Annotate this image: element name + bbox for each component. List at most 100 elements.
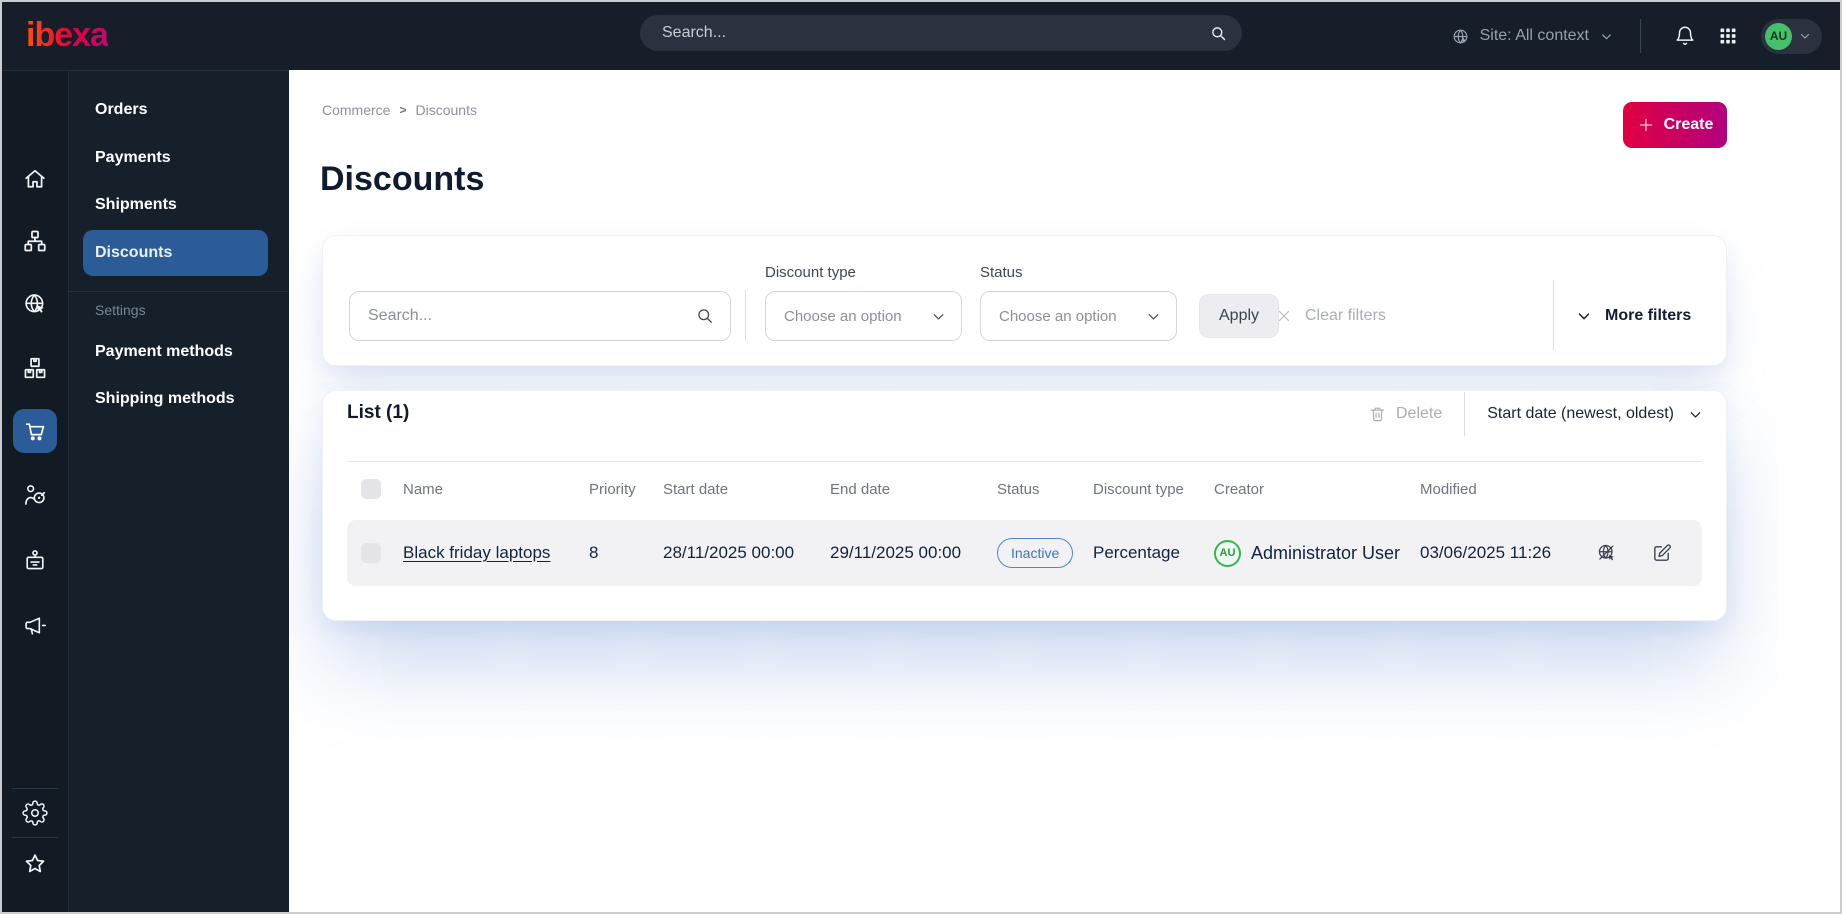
- column-header-start-date: Start date: [663, 480, 729, 498]
- sidebar-item-shipping-methods[interactable]: Shipping methods: [69, 376, 289, 422]
- edit-icon[interactable]: [1651, 542, 1673, 564]
- row-end-date: 29/11/2025 00:00: [830, 543, 962, 562]
- sidebar-item-label: Payments: [95, 149, 171, 166]
- trash-icon: [1368, 405, 1387, 424]
- column-header-name: Name: [403, 480, 444, 498]
- delete-button[interactable]: Delete: [1368, 405, 1442, 424]
- topbar-right: Site: All context AU: [1451, 2, 1822, 70]
- discounts-list-panel: List (1) Delete Start date (newest, olde…: [322, 390, 1727, 621]
- filter-divider: [1553, 280, 1554, 350]
- site-context-selector[interactable]: Site: All context: [1451, 27, 1614, 46]
- sidebar-item-label: Payment methods: [95, 343, 233, 360]
- rail-divider: [12, 837, 58, 838]
- create-button-label: Create: [1663, 116, 1714, 133]
- filters-panel: Discount type Choose an option Status Ch…: [322, 235, 1727, 366]
- settings-section-label: Settings: [95, 302, 146, 318]
- customers-target-icon[interactable]: [22, 482, 48, 508]
- notifications-bell-icon[interactable]: [1674, 25, 1696, 47]
- row-priority: 8: [589, 543, 599, 562]
- creator-avatar: AU: [1214, 539, 1241, 567]
- sort-label: Start date (newest, oldest): [1487, 405, 1674, 422]
- plus-icon: [1637, 116, 1655, 134]
- breadcrumb-commerce[interactable]: Commerce: [322, 102, 390, 118]
- column-header-creator: Creator: [1214, 480, 1265, 498]
- breadcrumb-discounts[interactable]: Discounts: [415, 102, 476, 118]
- table-row: Black friday laptops 8 28/11/2025 00:00 …: [347, 520, 1702, 586]
- status-value: Choose an option: [999, 307, 1117, 325]
- sidebar-item-shipments[interactable]: Shipments: [69, 182, 289, 228]
- commerce-cart-icon[interactable]: [13, 409, 57, 453]
- user-menu[interactable]: AU: [1761, 18, 1822, 54]
- discount-type-label: Discount type: [765, 264, 856, 281]
- main-content: Commerce > Discounts Create Discounts Di…: [289, 70, 1840, 912]
- subnav-divider: [69, 291, 289, 292]
- products-boxes-icon[interactable]: [22, 355, 48, 381]
- global-search[interactable]: [640, 15, 1242, 51]
- create-button[interactable]: Create: [1623, 102, 1727, 148]
- app-grid-icon[interactable]: [1718, 26, 1738, 46]
- search-icon[interactable]: [695, 306, 715, 326]
- status-badge: Inactive: [997, 538, 1074, 568]
- home-icon[interactable]: [22, 166, 48, 192]
- sidebar-item-label: Orders: [95, 101, 148, 118]
- breadcrumb: Commerce > Discounts: [322, 102, 477, 118]
- topbar: ibexa Site: All context: [2, 2, 1840, 70]
- settings-gear-icon[interactable]: [22, 800, 48, 826]
- row-discount-type: Percentage: [1093, 543, 1180, 562]
- chevron-down-icon: [1575, 307, 1593, 325]
- marketing-megaphone-icon[interactable]: [22, 613, 48, 639]
- chevron-down-icon: [930, 308, 947, 325]
- creator-name: Administrator User: [1251, 542, 1401, 563]
- commerce-subnav: Orders Payments Shipments Discounts Sett…: [68, 70, 289, 912]
- filter-search-input[interactable]: [350, 307, 695, 325]
- preview-disabled-icon[interactable]: [1596, 542, 1618, 564]
- list-actions-divider: [1464, 392, 1466, 436]
- chevron-down-icon: [1145, 308, 1162, 325]
- row-actions: [1596, 542, 1705, 564]
- row-modified: 03/06/2025 11:26: [1420, 543, 1552, 562]
- content-tree-icon[interactable]: [22, 228, 48, 254]
- column-header-priority: Priority: [589, 480, 636, 498]
- globe-icon: [1451, 27, 1470, 46]
- sidebar-item-payments[interactable]: Payments: [69, 135, 289, 181]
- sidebar-item-label: Discounts: [95, 244, 173, 261]
- site-globe-icon[interactable]: [22, 291, 48, 317]
- column-header-status: Status: [997, 480, 1040, 498]
- ibexa-logo[interactable]: ibexa: [26, 17, 109, 53]
- close-icon: [1275, 307, 1293, 325]
- sidebar-item-orders[interactable]: Orders: [69, 87, 289, 133]
- row-checkbox[interactable]: [361, 543, 381, 563]
- apply-button[interactable]: Apply: [1199, 294, 1280, 338]
- sidebar-item-label: Shipments: [95, 196, 177, 213]
- column-header-end-date: End date: [830, 480, 891, 498]
- chevron-down-icon: [1599, 29, 1614, 44]
- bookmarks-star-icon[interactable]: [22, 851, 48, 877]
- personnel-badge-icon[interactable]: [22, 548, 48, 574]
- row-creator: AU Administrator User: [1214, 539, 1420, 567]
- sort-select[interactable]: Start date (newest, oldest): [1487, 405, 1704, 423]
- select-all-checkbox[interactable]: [361, 479, 381, 499]
- sidebar-item-label: Shipping methods: [95, 390, 235, 407]
- search-icon[interactable]: [1209, 24, 1228, 43]
- table-header: Name Priority Start date End date Status…: [347, 462, 1702, 516]
- list-title: List (1): [347, 402, 410, 423]
- sidebar-item-discounts[interactable]: Discounts: [83, 230, 268, 276]
- list-actions: Delete Start date (newest, oldest): [1368, 392, 1704, 436]
- more-filters-label: More filters: [1605, 307, 1692, 324]
- icon-rail: [2, 70, 68, 912]
- more-filters-button[interactable]: More filters: [1575, 294, 1691, 338]
- clear-filters-button[interactable]: Clear filters: [1275, 294, 1386, 338]
- sidebar-item-payment-methods[interactable]: Payment methods: [69, 329, 289, 375]
- global-search-input[interactable]: [640, 24, 1209, 42]
- column-header-discount-type: Discount type: [1093, 480, 1184, 498]
- breadcrumb-separator: >: [399, 103, 407, 117]
- chevron-down-icon: [1687, 406, 1704, 423]
- filter-search[interactable]: [349, 291, 731, 341]
- status-label: Status: [980, 264, 1023, 281]
- status-select[interactable]: Choose an option: [980, 291, 1177, 341]
- discount-name-link[interactable]: Black friday laptops: [403, 543, 550, 562]
- discount-type-select[interactable]: Choose an option: [765, 291, 962, 341]
- rail-divider: [12, 788, 58, 789]
- row-start-date: 28/11/2025 00:00: [663, 543, 795, 562]
- site-context-label: Site: All context: [1479, 27, 1589, 44]
